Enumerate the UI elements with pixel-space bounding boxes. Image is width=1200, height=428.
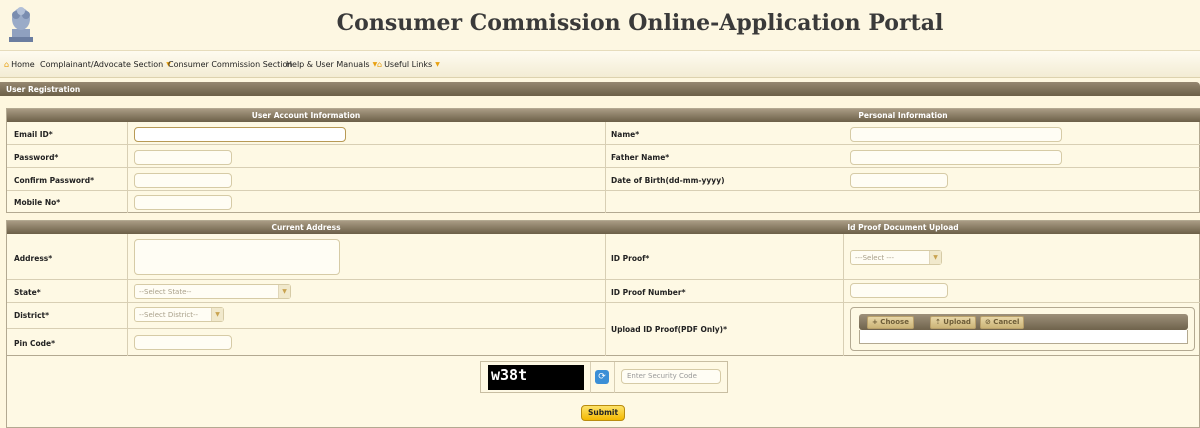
district-label: District* [14, 311, 50, 320]
idproof-heading: Id Proof Document Upload [605, 221, 1200, 234]
upload-toolbar: + Choose ⇡ Upload ⊘ Cancel [859, 314, 1188, 330]
email-label: Email ID* [14, 130, 53, 139]
upload-button[interactable]: ⇡ Upload [930, 316, 976, 329]
submit-button[interactable]: Submit [581, 405, 625, 421]
nav-home[interactable]: ⌂ Home [4, 60, 35, 69]
chevron-down-icon: ▼ [278, 285, 290, 298]
state-select[interactable]: --Select State-- ▼ [134, 284, 291, 299]
account-heading: User Account Information [7, 109, 605, 122]
name-label: Name* [611, 130, 640, 139]
state-label: State* [14, 288, 41, 297]
nav-bar: ⌂ Home Complainant/Advocate Section ▼ Cons… [0, 50, 1200, 78]
address-idproof-panel: Current Address Id Proof Document Upload… [6, 220, 1200, 356]
father-name-label: Father Name* [611, 153, 670, 162]
id-proof-number-field[interactable] [850, 283, 948, 298]
home-icon: ⌂ [377, 60, 383, 69]
nav-complainant-section[interactable]: Complainant/Advocate Section ▼ [40, 60, 171, 69]
district-select[interactable]: --Select District-- ▼ [134, 307, 224, 322]
form-row [7, 303, 605, 329]
personal-heading: Personal Information [605, 109, 1200, 122]
upload-widget: + Choose ⇡ Upload ⊘ Cancel [850, 307, 1195, 351]
mobile-field[interactable] [134, 195, 232, 210]
id-proof-number-label: ID Proof Number* [611, 288, 686, 297]
refresh-icon[interactable]: ⟳ [595, 370, 609, 384]
nav-useful-links[interactable]: ⌂ Useful Links ▼ [377, 60, 440, 69]
confirm-password-field[interactable] [134, 173, 232, 188]
father-name-field[interactable] [850, 150, 1062, 165]
chevron-down-icon: ▼ [929, 251, 941, 264]
password-label: Password* [14, 153, 59, 162]
section-title: User Registration [0, 82, 1200, 96]
nav-commission-section[interactable]: Consumer Commission Section [168, 60, 292, 69]
home-icon: ⌂ [4, 60, 10, 69]
chevron-down-icon: ▼ [435, 61, 440, 68]
cancel-button[interactable]: ⊘ Cancel [980, 316, 1025, 329]
captcha-divider [590, 362, 591, 393]
address-heading: Current Address [7, 221, 605, 234]
id-proof-label: ID Proof* [611, 254, 650, 263]
upload-file-list [859, 330, 1188, 344]
pin-code-label: Pin Code* [14, 339, 56, 348]
nav-help-manuals[interactable]: Help & User Manuals ▼ [286, 60, 377, 69]
upload-id-proof-label: Upload ID Proof(PDF Only)* [611, 325, 728, 334]
pin-code-field[interactable] [134, 335, 232, 350]
dob-label: Date of Birth(dd-mm-yyyy) [611, 176, 725, 185]
dob-field[interactable] [850, 173, 948, 188]
captcha-image: w38t [488, 365, 584, 390]
captcha-box: w38t ⟳ Enter Security Code [480, 361, 728, 393]
captcha-divider [614, 362, 615, 393]
page-title: Consumer Commission Online-Application P… [336, 10, 944, 36]
address-label: Address* [14, 254, 53, 263]
password-field[interactable] [134, 150, 232, 165]
name-field[interactable] [850, 127, 1062, 142]
email-field[interactable] [134, 127, 346, 142]
address-textarea[interactable] [134, 239, 340, 275]
account-personal-panel: User Account Information Personal Inform… [6, 108, 1200, 213]
header: Consumer Commission Online-Application P… [0, 0, 1200, 50]
id-proof-select[interactable]: ---Select --- ▼ [850, 250, 942, 265]
chevron-down-icon: ▼ [211, 308, 223, 321]
confirm-password-label: Confirm Password* [14, 176, 95, 185]
mobile-label: Mobile No* [14, 198, 61, 207]
security-code-input[interactable]: Enter Security Code [621, 369, 721, 384]
choose-button[interactable]: + Choose [867, 316, 914, 329]
